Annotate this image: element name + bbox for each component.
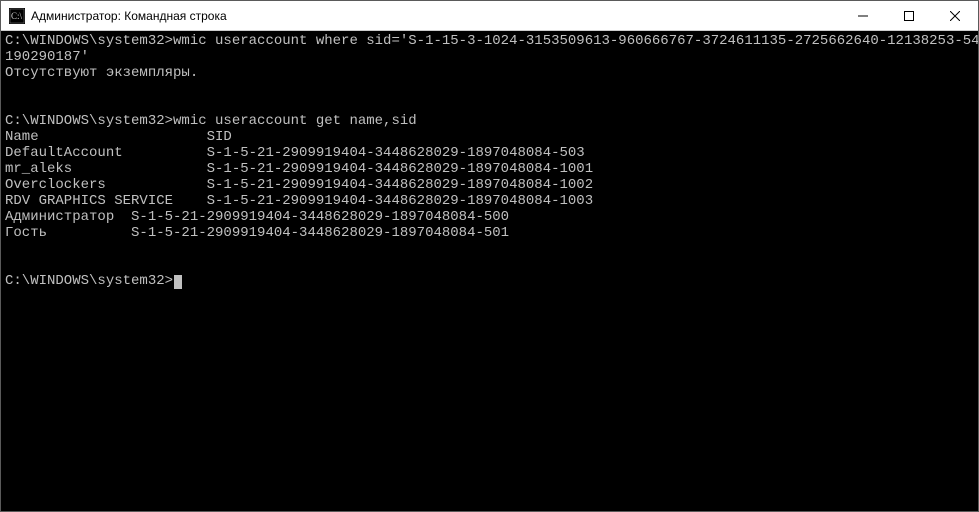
output-line	[5, 97, 978, 113]
minimize-button[interactable]	[840, 1, 886, 30]
minimize-icon	[858, 11, 868, 21]
terminal-area[interactable]: C:\WINDOWS\system32>wmic useraccount whe…	[1, 31, 978, 511]
prompt-line: C:\WINDOWS\system32>	[5, 273, 978, 289]
output-line	[5, 81, 978, 97]
close-button[interactable]	[932, 1, 978, 30]
cursor	[174, 275, 182, 289]
window-controls	[840, 1, 978, 30]
svg-text:C:\: C:\	[11, 11, 23, 21]
output-line: Гость S-1-5-21-2909919404-3448628029-189…	[5, 225, 978, 241]
cmd-icon: C:\	[9, 8, 25, 24]
output-line: Name SID	[5, 129, 978, 145]
output-line: DefaultAccount S-1-5-21-2909919404-34486…	[5, 145, 978, 161]
prompt-line: C:\WINDOWS\system32>wmic useraccount whe…	[5, 33, 978, 49]
output-line: Отсутствуют экземпляры.	[5, 65, 978, 81]
close-icon	[950, 11, 960, 21]
output-line: Администратор S-1-5-21-2909919404-344862…	[5, 209, 978, 225]
prompt-line-wrap: 190290187'	[5, 49, 978, 65]
output-line: RDV GRAPHICS SERVICE S-1-5-21-2909919404…	[5, 193, 978, 209]
console-window: C:\ Администратор: Командная строка	[0, 0, 979, 512]
output-line: Overclockers S-1-5-21-2909919404-3448628…	[5, 177, 978, 193]
output-line	[5, 241, 978, 257]
window-title: Администратор: Командная строка	[31, 9, 840, 23]
prompt-line: C:\WINDOWS\system32>wmic useraccount get…	[5, 113, 978, 129]
maximize-icon	[904, 11, 914, 21]
output-line	[5, 257, 978, 273]
output-line: mr_aleks S-1-5-21-2909919404-3448628029-…	[5, 161, 978, 177]
titlebar[interactable]: C:\ Администратор: Командная строка	[1, 1, 978, 31]
maximize-button[interactable]	[886, 1, 932, 30]
